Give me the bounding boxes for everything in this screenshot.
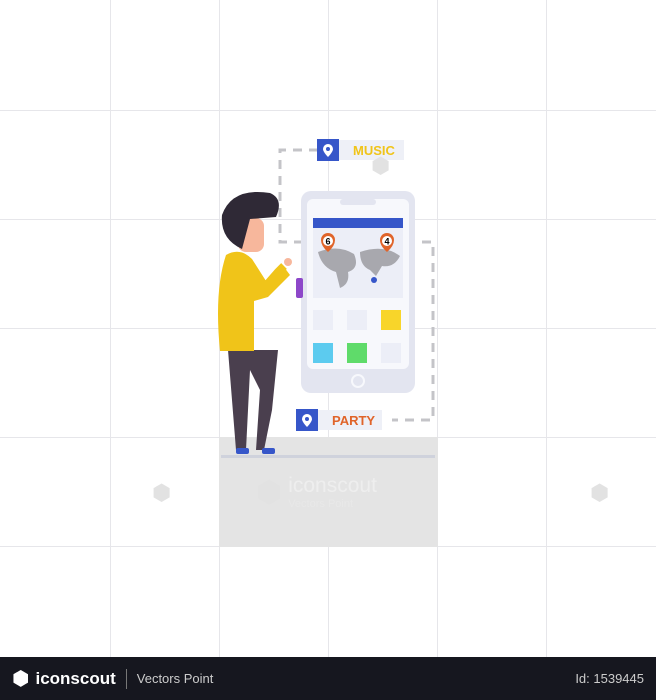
watermark-subtitle: Vectors Point	[288, 498, 354, 510]
iconscout-logo-icon: ⬢	[371, 153, 391, 178]
app-tile	[347, 343, 367, 363]
footer-author[interactable]: Vectors Point	[137, 671, 214, 686]
shoe	[236, 448, 249, 454]
app-tile	[313, 343, 333, 363]
iconscout-logo-icon: ⬢	[12, 668, 30, 690]
tag-music: MUSIC	[317, 139, 404, 161]
person	[218, 191, 303, 454]
tag-label: PARTY	[318, 410, 382, 430]
iconscout-logo-icon: ⬢	[152, 480, 172, 505]
shoe	[262, 448, 275, 454]
location-pin-icon	[317, 139, 339, 161]
illustration: 6 4	[218, 148, 435, 454]
calendar-header	[313, 218, 403, 228]
iconscout-logo-icon: ⬢	[256, 475, 283, 509]
footer-brand[interactable]: iconscout	[35, 669, 115, 689]
phone-in-hand	[296, 278, 303, 298]
footer-bar: ⬢ iconscout Vectors Point Id: 1539445	[0, 657, 656, 700]
tag-party: PARTY	[296, 409, 382, 431]
watermark-brand: iconscout	[288, 474, 377, 497]
marker-count: 4	[384, 237, 389, 247]
app-tile	[347, 310, 367, 330]
iconscout-logo-icon: ⬢	[590, 480, 610, 505]
pants	[228, 350, 278, 450]
divider	[125, 668, 127, 689]
app-tile	[313, 310, 333, 330]
asset-id: Id: 1539445	[575, 671, 644, 686]
location-pin-icon	[296, 409, 318, 431]
app-tile	[381, 310, 401, 330]
phone-notch	[340, 199, 376, 205]
app-tile	[381, 343, 401, 363]
watermark: ⬢ iconscout Vectors Point	[256, 474, 377, 510]
marker-count: 6	[325, 237, 330, 247]
